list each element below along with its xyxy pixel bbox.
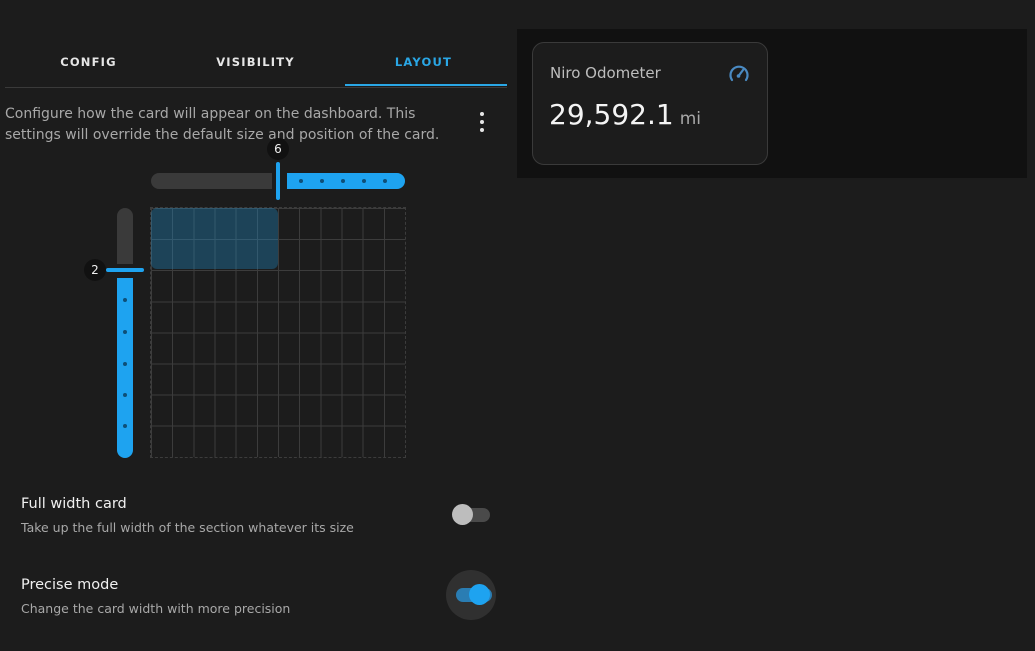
precise-mode-toggle[interactable]	[446, 570, 496, 620]
columns-slider-active-track	[287, 173, 405, 189]
rows-slider-active-track	[117, 278, 133, 458]
precise-mode-title: Precise mode	[21, 577, 119, 593]
card-title: Niro Odometer	[550, 64, 661, 82]
columns-slider[interactable]	[151, 162, 405, 200]
tab-bar: CONFIG VISIBILITY LAYOUT	[5, 40, 507, 88]
columns-value-bubble: 6	[267, 138, 289, 160]
full-width-title: Full width card	[21, 496, 127, 512]
rows-value-bubble: 2	[84, 259, 106, 281]
tab-visibility[interactable]: VISIBILITY	[172, 40, 339, 86]
odometer-value: 29,592.1 mi	[549, 98, 701, 131]
dots-vertical-icon[interactable]	[470, 110, 494, 134]
full-width-toggle[interactable]	[452, 504, 490, 525]
full-width-subtitle: Take up the full width of the section wh…	[21, 520, 354, 535]
rows-slider[interactable]	[106, 208, 144, 458]
columns-slider-handle[interactable]	[276, 162, 280, 200]
card-size-preview	[151, 208, 278, 269]
layout-description: Configure how the card will appear on th…	[5, 106, 440, 143]
active-tab-indicator	[345, 84, 507, 86]
layout-grid	[150, 207, 406, 458]
precise-mode-toggle-thumb	[469, 584, 490, 605]
precise-mode-subtitle: Change the card width with more precisio…	[21, 601, 291, 616]
odometer-unit: mi	[679, 109, 701, 129]
rows-slider-inactive-track	[117, 208, 133, 264]
speedometer-icon	[729, 65, 749, 82]
odometer-number: 29,592.1	[549, 98, 674, 131]
tab-config[interactable]: CONFIG	[5, 40, 172, 86]
tab-layout[interactable]: LAYOUT	[340, 40, 507, 86]
columns-slider-inactive-track	[151, 173, 272, 189]
full-width-toggle-thumb	[452, 504, 473, 525]
odometer-card[interactable]: Niro Odometer 29,592.1 mi	[532, 42, 768, 165]
rows-slider-handle[interactable]	[106, 268, 144, 272]
